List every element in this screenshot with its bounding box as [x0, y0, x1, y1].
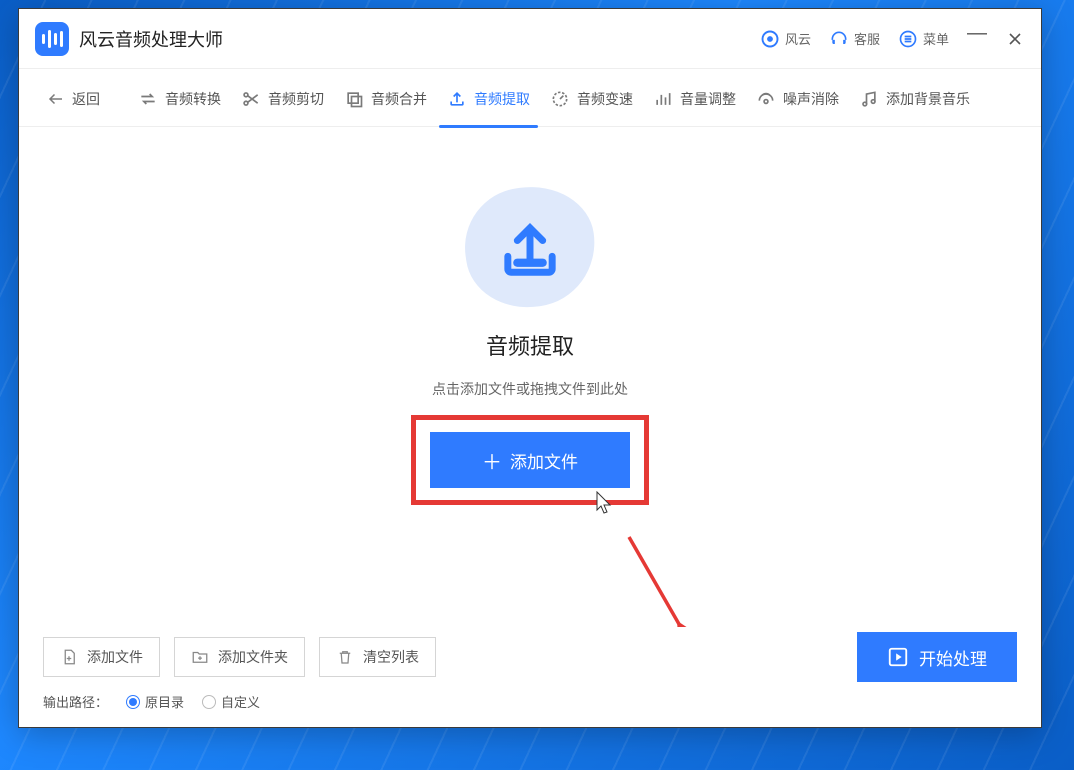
tab-label: 音频变速: [577, 89, 633, 109]
denoise-icon: [756, 89, 776, 109]
tab-label: 音频转换: [165, 89, 221, 109]
bottom-row-buttons: 添加文件 添加文件夹 清空列表 开始处理: [43, 632, 1017, 682]
menu-list-icon: [898, 29, 918, 49]
titlebar: 风云音频处理大师 风云 客服: [19, 9, 1041, 69]
equalizer-icon: [653, 89, 673, 109]
start-label: 开始处理: [919, 645, 987, 670]
merge-icon: [344, 89, 364, 109]
tab-label: 添加背景音乐: [886, 89, 970, 109]
add-file-main-label: 添加文件: [510, 448, 578, 473]
upload-illustration: [465, 187, 595, 307]
radio-original-dir[interactable]: 原目录: [126, 692, 184, 711]
brand-label: 风云: [785, 29, 811, 48]
app-logo: [35, 22, 69, 56]
add-file-button[interactable]: 添加文件: [43, 637, 160, 677]
plus-icon: ＋: [482, 446, 502, 475]
add-folder-button[interactable]: 添加文件夹: [174, 637, 305, 677]
radio-custom-label: 自定义: [221, 692, 260, 711]
minimize-button[interactable]: —: [967, 24, 987, 44]
speed-icon: [550, 89, 570, 109]
brand-link[interactable]: 风云: [760, 29, 811, 49]
toolbar-tabs: 返回 音频转换 音频剪切 音频合并 音频提取: [19, 69, 1041, 127]
titlebar-right: 风云 客服 菜单 —: [760, 29, 1025, 49]
start-button[interactable]: 开始处理: [857, 632, 1017, 682]
music-icon: [859, 89, 879, 109]
tab-label: 音量调整: [680, 89, 736, 109]
app-logo-icon: [42, 30, 63, 48]
add-file-label: 添加文件: [87, 647, 143, 667]
tab-convert[interactable]: 音频转换: [134, 69, 225, 127]
radio-dot-icon: [126, 695, 140, 709]
support-label: 客服: [854, 29, 880, 48]
tab-speed[interactable]: 音频变速: [546, 69, 637, 127]
folder-plus-icon: [191, 648, 209, 666]
tab-cut[interactable]: 音频剪切: [237, 69, 328, 127]
arrow-left-icon: [47, 90, 65, 108]
back-label: 返回: [72, 89, 100, 109]
bottom-bar: 添加文件 添加文件夹 清空列表 开始处理 输: [19, 622, 1041, 727]
scissors-icon: [241, 89, 261, 109]
clear-list-label: 清空列表: [363, 647, 419, 667]
support-link[interactable]: 客服: [829, 29, 880, 49]
radio-original-label: 原目录: [145, 692, 184, 711]
add-folder-label: 添加文件夹: [218, 647, 288, 667]
output-path-label: 输出路径：: [43, 692, 108, 711]
tab-label: 音频剪切: [268, 89, 324, 109]
back-button[interactable]: 返回: [43, 69, 104, 127]
menu-link[interactable]: 菜单: [898, 29, 949, 49]
headset-icon: [829, 29, 849, 49]
upload-large-icon: [492, 212, 568, 288]
drop-subtitle: 点击添加文件或拖拽文件到此处: [432, 379, 628, 399]
menu-label: 菜单: [923, 29, 949, 48]
target-icon: [760, 29, 780, 49]
upload-icon: [447, 89, 467, 109]
add-file-main-button[interactable]: ＋ 添加文件: [430, 432, 630, 488]
play-box-icon: [887, 646, 909, 668]
output-path-row: 输出路径： 原目录 自定义: [43, 692, 1017, 711]
trash-icon: [336, 648, 354, 666]
tab-label: 音频提取: [474, 89, 530, 109]
tab-denoise[interactable]: 噪声消除: [752, 69, 843, 127]
main-area[interactable]: 音频提取 点击添加文件或拖拽文件到此处 ＋ 添加文件: [19, 127, 1041, 622]
close-button[interactable]: [1005, 29, 1025, 49]
highlight-box: ＋ 添加文件: [411, 415, 649, 505]
file-plus-icon: [60, 648, 78, 666]
tab-volume[interactable]: 音量调整: [649, 69, 740, 127]
drop-title: 音频提取: [486, 329, 574, 361]
tab-bgm[interactable]: 添加背景音乐: [855, 69, 974, 127]
radio-custom-dir[interactable]: 自定义: [202, 692, 260, 711]
tab-extract[interactable]: 音频提取: [443, 69, 534, 127]
tab-label: 音频合并: [371, 89, 427, 109]
radio-dot-icon: [202, 695, 216, 709]
tab-label: 噪声消除: [783, 89, 839, 109]
app-window: 风云音频处理大师 风云 客服: [18, 8, 1042, 728]
convert-icon: [138, 89, 158, 109]
app-title: 风云音频处理大师: [79, 26, 223, 52]
clear-list-button[interactable]: 清空列表: [319, 637, 436, 677]
tab-merge[interactable]: 音频合并: [340, 69, 431, 127]
